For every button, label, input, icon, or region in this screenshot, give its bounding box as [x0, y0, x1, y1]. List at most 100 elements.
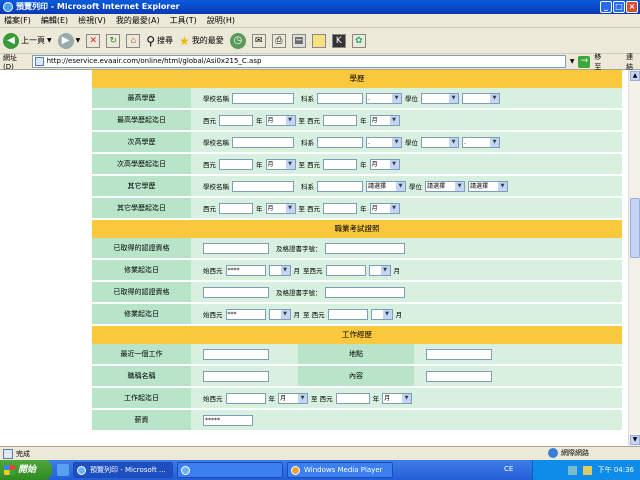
end-year-input[interactable] — [323, 114, 358, 126]
degree-select[interactable]: ▼ — [421, 92, 459, 104]
refresh-icon[interactable]: ↻ — [106, 33, 121, 48]
second-education-label: 次高學歷 — [92, 132, 191, 152]
start-month-select[interactable]: 月 ▼ — [278, 392, 308, 404]
edit-icon[interactable]: ▤ — [291, 33, 306, 48]
close-button[interactable]: × — [626, 1, 638, 13]
job-content-input[interactable] — [426, 370, 492, 382]
print-icon[interactable]: ⎙ — [271, 33, 286, 48]
end-month-select[interactable]: ▼ — [370, 308, 393, 320]
search-button[interactable]: ⚲ 搜尋 — [146, 31, 173, 51]
start-year-input[interactable] — [219, 158, 253, 170]
taskbar-item-blank[interactable] — [177, 462, 283, 478]
minimize-button[interactable]: _ — [600, 1, 612, 13]
taskbar-item-ie[interactable]: 預覽列印 - Microsoft ... — [73, 462, 173, 478]
start-year-input[interactable] — [219, 202, 253, 214]
school-input[interactable] — [232, 136, 294, 148]
degree-select[interactable]: ▼ — [421, 136, 459, 148]
go-button[interactable]: 移至 — [594, 52, 608, 72]
note-icon[interactable] — [311, 33, 326, 48]
cert-number-input[interactable] — [324, 242, 405, 254]
job-title-input[interactable] — [203, 370, 269, 382]
menu-tools[interactable]: 工具(T) — [170, 14, 197, 27]
certification-input[interactable] — [203, 242, 269, 254]
recent-job-input[interactable] — [203, 348, 269, 360]
end-year-input[interactable] — [327, 308, 368, 320]
address-input[interactable]: http://eservice.evaair.com/online/html/g… — [31, 55, 566, 68]
second-education-period-label: 次高學歷起迄日 — [92, 154, 191, 174]
menu-help[interactable]: 說明(H) — [207, 14, 235, 27]
start-month-select[interactable]: 月 ▼ — [265, 202, 296, 214]
cert-number-input[interactable] — [324, 286, 405, 298]
back-button[interactable]: ◀ 上一頁 ▼ — [3, 31, 52, 51]
address-dropdown-icon[interactable]: ▼ — [570, 58, 575, 65]
degree-select-2[interactable]: ▼ — [462, 92, 500, 104]
menu-file[interactable]: 檔案(F) — [4, 14, 31, 27]
degree-select[interactable]: 請選擇 ▼ — [425, 180, 465, 192]
menu-view[interactable]: 檢視(V) — [78, 14, 106, 27]
table-row: 修業起迄日 始西元 **** ▼ 月 至西元 ▼ 月 — [92, 260, 622, 282]
favorites-button[interactable]: ★ 我的最愛 — [179, 31, 224, 51]
history-icon[interactable]: ◷ — [229, 32, 246, 49]
dept-input[interactable] — [317, 180, 363, 192]
scroll-up-icon[interactable]: ▲ — [630, 71, 640, 81]
end-year-input[interactable] — [323, 158, 358, 170]
back-dropdown-icon[interactable]: ▼ — [47, 37, 52, 44]
dept-input[interactable] — [317, 136, 363, 148]
tray-icon[interactable] — [567, 465, 577, 475]
vertical-scrollbar[interactable]: ▲ ▼ — [628, 70, 640, 446]
month-label: 月 — [395, 311, 403, 319]
end-year-input[interactable] — [323, 202, 358, 214]
degree-select-2[interactable]: 請選擇 ▼ — [468, 180, 508, 192]
school-input[interactable] — [232, 92, 294, 104]
start-year-input[interactable] — [219, 114, 253, 126]
dept-select[interactable]: 請選擇 ▼ — [366, 180, 406, 192]
school-input[interactable] — [232, 180, 294, 192]
messenger-icon[interactable]: ✿ — [351, 33, 366, 48]
start-month-select[interactable]: 月 ▼ — [265, 158, 296, 170]
start-year-input[interactable] — [225, 392, 266, 404]
to-label: 至 西元 — [311, 395, 333, 403]
research-icon[interactable]: K — [331, 33, 346, 48]
menu-edit[interactable]: 編輯(E) — [41, 14, 68, 27]
taskbar-item-media-player[interactable]: Windows Media Player — [287, 462, 393, 478]
home-icon[interactable]: ⌂ — [126, 33, 141, 48]
start-month-select[interactable]: ▼ — [268, 308, 291, 320]
certification-input[interactable] — [203, 286, 269, 298]
language-indicator[interactable]: CE — [504, 465, 513, 473]
end-year-input[interactable] — [335, 392, 370, 404]
dept-select[interactable]: . ▼ — [366, 136, 402, 148]
dept-select[interactable]: . ▼ — [366, 92, 402, 104]
menu-favorites[interactable]: 我的最愛(A) — [116, 14, 160, 27]
end-year-input[interactable] — [325, 264, 366, 276]
school-label: 學校名稱 — [203, 183, 229, 191]
forward-button[interactable]: ▶ ▼ — [57, 31, 81, 51]
scroll-down-icon[interactable]: ▼ — [630, 435, 640, 445]
stop-icon[interactable]: ✕ — [86, 33, 101, 48]
links-button[interactable]: 連結 — [626, 52, 640, 72]
maximize-button[interactable]: □ — [613, 1, 625, 13]
start-month-select[interactable]: 月 ▼ — [265, 114, 296, 126]
end-month-select[interactable]: 月 ▼ — [382, 392, 413, 404]
end-month-select[interactable]: ▼ — [368, 264, 391, 276]
dept-input[interactable] — [317, 92, 363, 104]
degree-select-2[interactable]: . ▼ — [462, 136, 500, 148]
forward-dropdown-icon[interactable]: ▼ — [76, 37, 81, 44]
year-label: 年 — [372, 395, 380, 403]
start-button[interactable]: 開始 — [0, 460, 52, 480]
salary-input[interactable]: ***** — [203, 414, 253, 426]
mail-icon[interactable]: ✉ — [251, 33, 266, 48]
go-arrow-icon[interactable]: → — [578, 55, 591, 68]
start-month-select[interactable]: ▼ — [268, 264, 291, 276]
tray-icon[interactable] — [582, 465, 592, 475]
chevron-down-icon: ▼ — [498, 181, 507, 191]
dept-select-value: . — [368, 94, 370, 102]
taskbar-item-label: Windows Media Player — [304, 466, 383, 474]
quicklaunch-ie-icon[interactable] — [57, 464, 69, 476]
end-month-select[interactable]: 月 ▼ — [369, 114, 400, 126]
start-year-input[interactable]: **** — [225, 264, 266, 276]
end-month-select[interactable]: 月 ▼ — [369, 202, 400, 214]
scrollbar-thumb[interactable] — [630, 198, 640, 258]
location-input[interactable] — [426, 348, 492, 360]
end-month-select[interactable]: 月 ▼ — [369, 158, 400, 170]
start-year-input[interactable]: *** — [225, 308, 266, 320]
